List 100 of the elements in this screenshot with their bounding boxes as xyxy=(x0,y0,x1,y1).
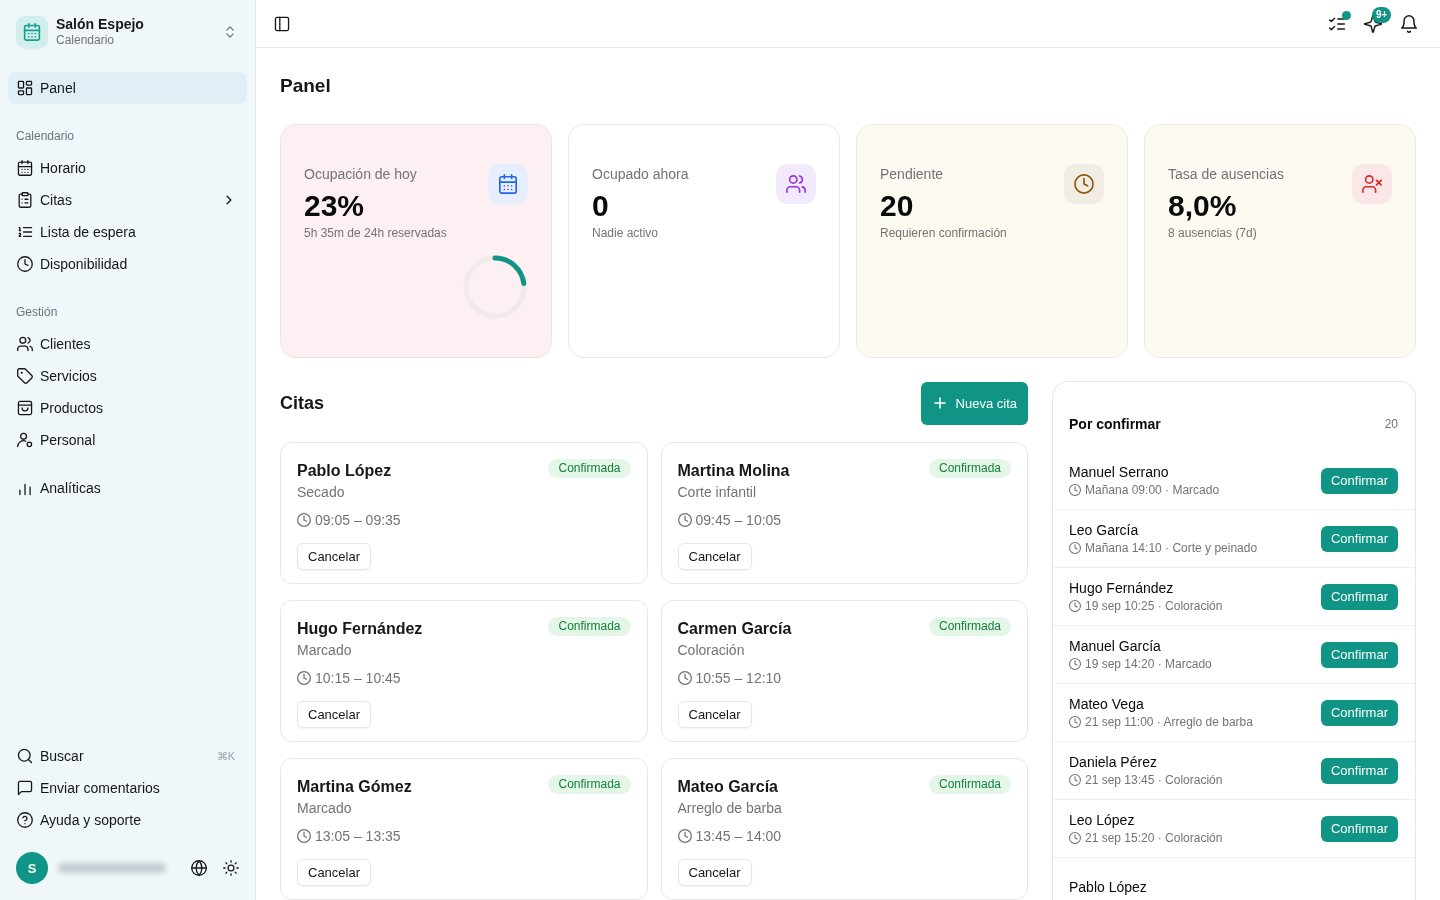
count-label: 20 xyxy=(1384,417,1398,431)
time-range: 10:15 – 10:45 xyxy=(315,669,401,688)
appointment-meta: 21 sep 13:45 · Coloración xyxy=(1085,772,1223,788)
clock-icon xyxy=(1064,164,1104,204)
service-name: Marcado xyxy=(297,799,352,818)
status-badge: Confirmada xyxy=(548,775,631,794)
nav-item[interactable]: Ayuda y soporte xyxy=(8,804,247,836)
appointment-card[interactable]: Martina Gómez Confirmada Marcado 13:05 – 13:35 Cancelar xyxy=(280,758,648,900)
nav-item[interactable]: Servicios xyxy=(8,360,247,392)
panel-icon xyxy=(274,15,290,32)
clock-icon xyxy=(1069,542,1081,554)
nav-item[interactable]: Lista de espera xyxy=(8,216,247,248)
stat-detail: 5h 35m de 24h reservadas xyxy=(304,225,447,241)
nav-item[interactable]: Panel xyxy=(8,72,247,104)
clock-icon xyxy=(677,513,692,527)
section-heading: Gestión xyxy=(15,304,59,321)
clock-icon xyxy=(1069,716,1081,728)
nav-item[interactable]: Personal xyxy=(8,424,247,456)
stat-label: Pendiente xyxy=(880,165,945,184)
nav-item[interactable]: Enviar comentarios xyxy=(8,772,247,804)
cancel-button[interactable]: Cancelar xyxy=(297,859,372,886)
time-range: 09:05 – 09:35 xyxy=(315,511,401,530)
client-name: Mateo García xyxy=(677,777,778,797)
cancel-button[interactable]: Cancelar xyxy=(297,543,372,570)
appointment-card[interactable]: Pablo López Confirmada Secado 09:05 – 09:35 Cancelar xyxy=(280,442,648,584)
clock-icon xyxy=(1069,774,1081,786)
chevrons-up-down-icon xyxy=(223,25,237,39)
stat-value: 20 xyxy=(880,190,915,222)
stat-value: 23% xyxy=(304,190,366,222)
stat-detail: 8 ausencias (7d) xyxy=(1168,225,1258,241)
nav-item[interactable]: Horario xyxy=(8,152,247,184)
client-name: Mateo Vega xyxy=(1069,695,1144,713)
plus-icon xyxy=(931,395,948,411)
service-name: Secado xyxy=(297,483,345,502)
client-name: Pablo López xyxy=(1069,877,1147,896)
panel-title: Por confirmar xyxy=(1069,416,1161,432)
stat-value: 8,0% xyxy=(1168,190,1238,222)
time-range: 13:05 – 13:35 xyxy=(315,827,401,846)
nav-item[interactable]: Citas xyxy=(8,184,247,216)
client-name: Carmen García xyxy=(677,619,792,639)
nav-item[interactable]: Disponibilidad xyxy=(8,248,247,280)
appointment-meta: 21 sep 11:00 · Arreglo de barba xyxy=(1085,714,1253,730)
cancel-button[interactable]: Cancelar xyxy=(677,543,752,570)
confirm-button[interactable]: Confirmar xyxy=(1320,583,1398,610)
search-icon xyxy=(17,748,33,764)
new-appointment-button[interactable]: Nueva cita xyxy=(920,381,1028,425)
confirm-button[interactable]: Confirmar xyxy=(1320,525,1398,552)
stat-detail: Requieren confirmación xyxy=(880,225,1007,241)
clock-icon xyxy=(297,513,311,527)
appointment-card[interactable]: Martina Molina Confirmada Corte infantil 09:45 – 10:05 Cancelar xyxy=(660,442,1028,584)
nav-item[interactable]: Productos xyxy=(8,392,247,424)
confirm-button[interactable]: Confirmar xyxy=(1320,757,1398,784)
globe-icon xyxy=(191,860,207,876)
status-badge: Confirmada xyxy=(928,459,1011,478)
appointment-card[interactable]: Carmen García Confirmada Coloración 10:55 – 12:10 Cancelar xyxy=(660,600,1028,742)
confirm-button[interactable]: Confirmar xyxy=(1320,467,1398,494)
clock-icon xyxy=(1069,658,1081,670)
clock-icon xyxy=(297,829,311,843)
service-name: Coloración xyxy=(677,641,745,660)
workspace-subtitle: Calendario xyxy=(56,33,116,48)
calendar-logo-icon xyxy=(16,16,48,48)
stat-label: Ocupación de hoy xyxy=(304,165,418,184)
nav-item[interactable]: Clientes xyxy=(8,328,247,360)
service-name: Arreglo de barba xyxy=(677,799,782,818)
client-name: Leo López xyxy=(1069,811,1135,829)
count-badge: 9+ xyxy=(1372,6,1392,23)
appointment-card[interactable]: Mateo García Confirmada Arreglo de barba 13:45 – 14:00 Cancelar xyxy=(660,758,1028,900)
confirm-button[interactable]: Confirmar xyxy=(1320,699,1398,726)
cancel-button[interactable]: Cancelar xyxy=(677,859,752,886)
user-avatar[interactable]: S xyxy=(16,852,48,884)
stat-label: Ocupado ahora xyxy=(592,165,689,184)
cancel-button[interactable]: Cancelar xyxy=(297,701,372,728)
checklist-icon xyxy=(1328,14,1346,33)
workspace-switcher[interactable]: Salón Espejo Calendario xyxy=(8,16,247,48)
clock-icon xyxy=(677,829,692,843)
confirm-button[interactable]: Confirmar xyxy=(1320,641,1398,668)
nav-item[interactable]: Analíticas xyxy=(8,472,247,504)
client-name: Manuel García xyxy=(1069,637,1161,655)
sidebar-toggle-button[interactable] xyxy=(274,15,290,32)
stat-detail: Nadie activo xyxy=(592,225,660,241)
tag-icon xyxy=(17,368,33,384)
status-badge: Confirmada xyxy=(548,617,631,636)
bag-icon xyxy=(17,400,33,416)
calendar-icon xyxy=(17,160,33,176)
updates-button[interactable]: 9+ xyxy=(1357,7,1389,40)
shortcut-hint: ⌘K xyxy=(216,749,235,763)
clock-icon xyxy=(297,671,311,685)
time-range: 13:45 – 14:00 xyxy=(695,827,782,846)
clock-icon xyxy=(1069,832,1081,844)
cancel-button[interactable]: Cancelar xyxy=(677,701,752,728)
service-name: Corte infantil xyxy=(677,483,757,502)
appointment-card[interactable]: Hugo Fernández Confirmada Marcado 10:15 – 10:45 Cancelar xyxy=(280,600,648,742)
section-title: Citas xyxy=(280,392,324,414)
status-badge: Confirmada xyxy=(548,459,631,478)
status-badge: Confirmada xyxy=(928,617,1011,636)
dashboard-icon xyxy=(17,80,33,96)
clipboard-icon xyxy=(17,192,33,208)
confirm-button[interactable]: Confirmar xyxy=(1320,815,1398,842)
section-heading: Calendario xyxy=(15,128,76,145)
nav-item[interactable]: Buscar ⌘K xyxy=(8,740,247,772)
